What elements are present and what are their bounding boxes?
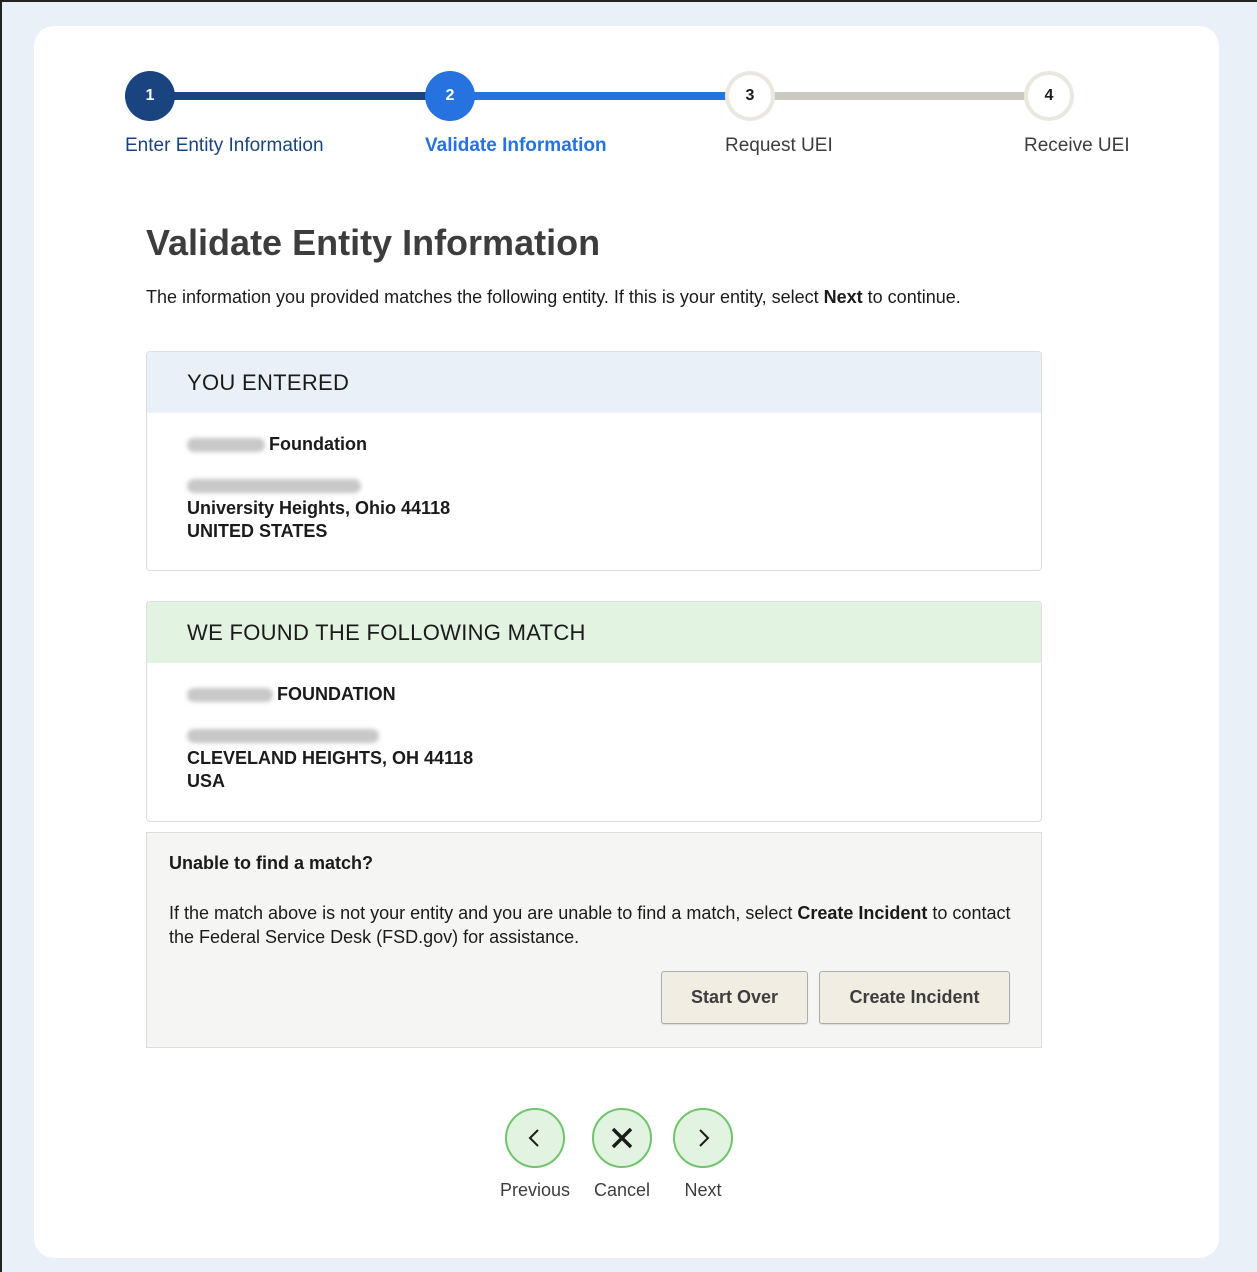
step-3-label: Request UEI [725,135,833,156]
intro-text-end: to continue. [862,287,961,307]
step-2-label: Validate Information [425,135,607,156]
match-entity-name: FOUNDATION [187,683,1001,706]
step-1-marker: 1 [125,71,175,121]
step-connector-3 [774,92,1026,100]
step-4-marker: 4 [1024,71,1074,121]
you-entered-heading: YOU ENTERED [147,352,1041,413]
no-match-panel: Unable to find a match? If the match abo… [146,832,1042,1048]
match-name-suffix: FOUNDATION [277,684,396,704]
match-details: FOUNDATION CLEVELAND HEIGHTS, OH 44118 U… [147,663,1041,813]
intro-text-start: The information you provided matches the… [146,287,824,307]
match-heading: WE FOUND THE FOLLOWING MATCH [147,602,1041,663]
entered-city-line: University Heights, Ohio 44118 [187,498,451,518]
step-connector-1 [174,92,426,100]
no-match-text-start: If the match above is not your entity an… [169,903,798,923]
cancel-nav[interactable]: Cancel [577,1108,667,1201]
match-country: USA [187,771,226,791]
progress-stepper: 1 2 3 4 Enter Entity Information Validat… [34,26,1219,186]
step-4-label: Receive UEI [1024,135,1130,156]
redacted-text [187,729,379,744]
next-button[interactable] [673,1108,733,1168]
create-incident-button[interactable]: Create Incident [819,971,1010,1024]
redacted-text [187,438,265,453]
start-over-button[interactable]: Start Over [661,971,808,1024]
next-label: Next [684,1180,722,1200]
previous-label: Previous [499,1180,571,1200]
chevron-left-icon [528,1129,539,1147]
cancel-button[interactable] [592,1108,652,1168]
no-match-heading: Unable to find a match? [169,853,374,873]
match-panel: WE FOUND THE FOLLOWING MATCH FOUNDATION … [146,601,1042,822]
chevron-right-icon [699,1129,710,1147]
step-connector-2 [474,92,726,100]
page-title: Validate Entity Information [146,222,601,263]
no-match-text-bold: Create Incident [797,903,928,923]
step-3-marker: 3 [725,71,775,121]
next-nav[interactable]: Next [658,1108,748,1201]
step-2-marker: 2 [425,71,475,121]
entered-name-suffix: Foundation [269,434,367,454]
intro-text-next: Next [823,287,863,307]
entered-street [187,474,1001,497]
match-city-line: CLEVELAND HEIGHTS, OH 44118 [187,748,474,768]
main-card: 1 2 3 4 Enter Entity Information Validat… [34,26,1219,1258]
you-entered-panel: YOU ENTERED Foundation University Height… [146,351,1042,571]
intro-text: The information you provided matches the… [146,287,961,308]
step-1-label: Enter Entity Information [125,135,324,156]
redacted-text [187,688,273,703]
match-street [187,724,1001,747]
no-match-text: If the match above is not your entity an… [169,901,1019,949]
you-entered-details: Foundation University Heights, Ohio 4411… [147,413,1041,563]
previous-button[interactable] [505,1108,565,1168]
cancel-label: Cancel [593,1180,651,1200]
entered-entity-name: Foundation [187,433,1001,456]
close-icon [611,1127,633,1149]
previous-nav[interactable]: Previous [490,1108,580,1201]
entered-country: UNITED STATES [187,521,328,541]
redacted-text [187,479,361,494]
